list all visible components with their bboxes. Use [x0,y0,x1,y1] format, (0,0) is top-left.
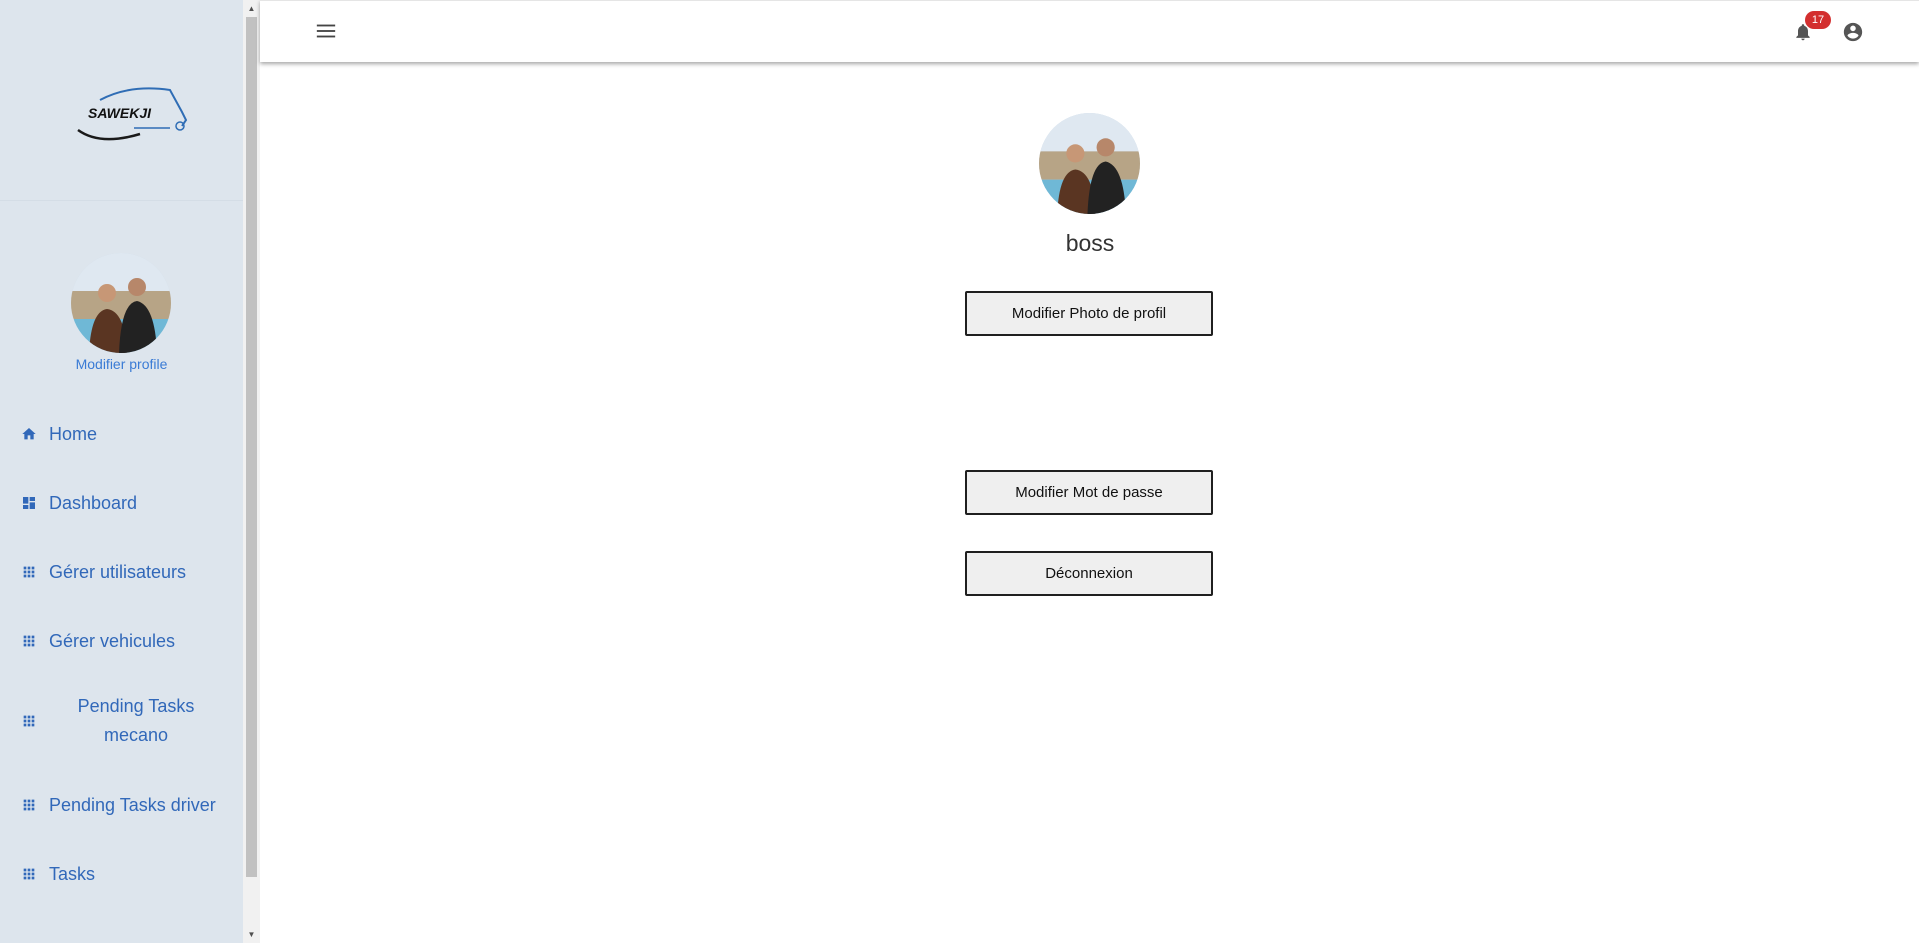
profile-avatar [1039,113,1140,214]
scroll-down-arrow-icon[interactable]: ▼ [243,926,260,943]
dashboard-icon [23,497,35,509]
sidebar-item-users[interactable]: Gérer utilisateurs [0,560,243,584]
sidebar-item-vehicles[interactable]: Gérer vehicules [0,629,243,653]
home-icon [22,428,36,440]
sidebar-item-label: Tasks [49,863,96,884]
logout-button[interactable]: Déconnexion [965,551,1213,596]
sidebar-item-pending-mecano[interactable]: Pending Tasks mecano [0,692,243,750]
sidebar-item-label: Gérer utilisateurs [49,561,187,582]
apps-grid-icon [23,799,35,811]
sidebar-item-home[interactable]: Home [0,422,243,446]
profile-username: boss [1065,230,1115,256]
sidebar: SAWEKJI Modifier profile Home Dashboard … [0,0,243,943]
sidebar-item-label: Dashboard [49,492,138,513]
sidebar-scrollbar[interactable]: ▲ ▼ [243,0,260,943]
sidebar-item-label: Pending Tasks mecano [77,696,195,745]
sidebar-item-label: Pending Tasks driver [49,794,216,815]
scroll-up-arrow-icon[interactable]: ▲ [243,0,260,17]
sidebar-item-label: Gérer vehicules [49,630,176,651]
apps-grid-icon [23,635,35,647]
sidebar-item-dashboard[interactable]: Dashboard [0,491,243,515]
notification-badge: 17 [1805,11,1831,29]
svg-text:SAWEKJI: SAWEKJI [88,105,152,121]
apps-grid-icon [23,715,35,727]
sidebar-avatar [71,253,171,353]
menu-icon[interactable] [315,22,337,40]
brand-logo: SAWEKJI [77,87,188,141]
top-app-bar: 17 [260,0,1919,62]
change-password-button[interactable]: Modifier Mot de passe [965,470,1213,515]
apps-grid-icon [23,566,35,578]
change-photo-button[interactable]: Modifier Photo de profil [965,291,1213,336]
apps-grid-icon [23,868,35,880]
logo-area: SAWEKJI [0,0,243,201]
scroll-thumb[interactable] [246,17,257,877]
sidebar-item-pending-driver[interactable]: Pending Tasks driver [0,793,243,817]
sidebar-item-label: Home [49,423,98,444]
edit-profile-link[interactable]: Modifier profile [0,356,243,372]
account-circle-icon[interactable] [1842,21,1864,43]
sidebar-item-tasks[interactable]: Tasks [0,862,243,886]
